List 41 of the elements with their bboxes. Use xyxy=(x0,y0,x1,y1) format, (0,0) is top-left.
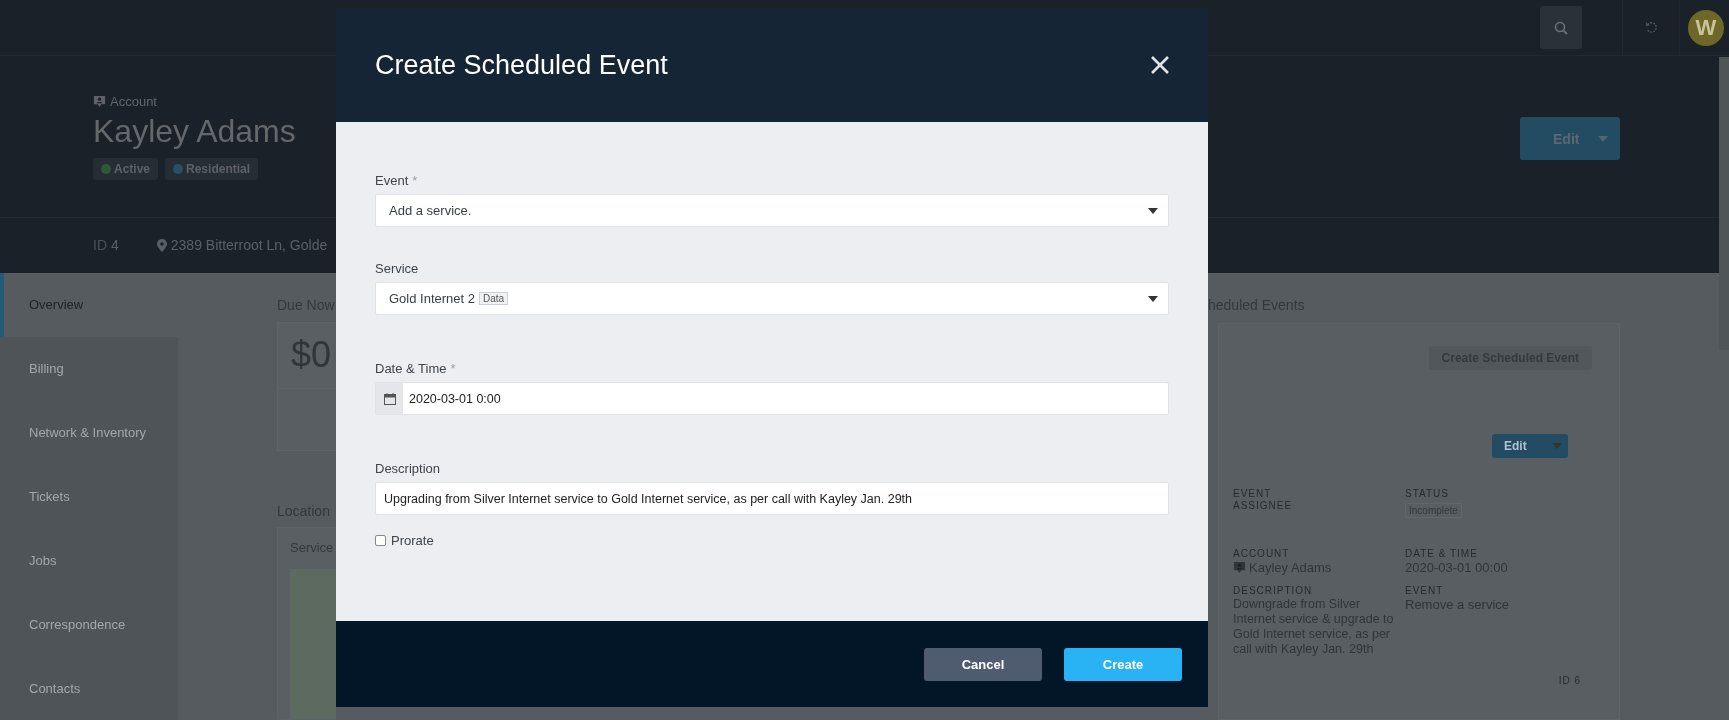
account-name: Kayley Adams xyxy=(93,113,296,150)
description-field[interactable]: Upgrading from Silver Internet service to Gold Internet service, as per call with Kayley Jan. 29th xyxy=(375,482,1169,515)
caret-icon xyxy=(1148,207,1158,214)
service-tag: Data xyxy=(479,292,509,305)
required-mark: * xyxy=(412,173,418,188)
sidebar-item[interactable]: Billing xyxy=(0,336,178,401)
account-card-icon xyxy=(93,95,106,108)
search-button[interactable] xyxy=(1540,6,1582,49)
caret-icon xyxy=(1552,443,1562,449)
sidebar-item[interactable]: Tickets xyxy=(0,464,178,529)
create-button[interactable]: Create xyxy=(1064,647,1182,681)
sidebar-item[interactable]: Contacts xyxy=(0,656,178,720)
select-field[interactable]: Gold Internet 2 Data xyxy=(375,282,1169,315)
undo-icon[interactable] xyxy=(1644,21,1658,34)
field-label: Service xyxy=(375,261,419,276)
account-type-label: Account xyxy=(110,94,157,109)
address-text: 2389 Bitterroot Ln, Golde xyxy=(170,237,328,253)
required-mark: * xyxy=(450,361,456,376)
caret-icon xyxy=(1148,295,1158,302)
account-card-icon xyxy=(1233,561,1246,574)
modal-title: Create Scheduled Event xyxy=(375,49,668,81)
sidebar-item[interactable]: Jobs xyxy=(0,528,178,593)
search-icon xyxy=(1554,20,1568,35)
cancel-button[interactable]: Cancel xyxy=(924,647,1042,681)
close-icon[interactable] xyxy=(1150,55,1170,75)
field-label: Description xyxy=(375,461,441,476)
prorate-checkbox[interactable] xyxy=(375,535,386,546)
sidebar-item[interactable]: Correspondence xyxy=(0,592,178,657)
id-value: 4 xyxy=(111,237,119,253)
user-avatar[interactable]: W xyxy=(1688,9,1724,46)
date-time-field[interactable]: 2020-03-01 0:00 xyxy=(375,382,1169,415)
calendar-icon xyxy=(383,392,396,405)
checkbox-label: Prorate xyxy=(391,533,434,548)
edit-button[interactable]: Edit xyxy=(1492,434,1568,458)
caret-icon xyxy=(1598,135,1608,142)
select-field[interactable]: Add a service. xyxy=(375,194,1169,227)
sidebar-item[interactable]: Network & Inventory xyxy=(0,400,178,465)
field-label: Event xyxy=(375,173,409,188)
location-pin-icon xyxy=(156,238,167,252)
scrollbar[interactable] xyxy=(1719,57,1729,350)
field-label: Date & Time xyxy=(375,361,447,376)
